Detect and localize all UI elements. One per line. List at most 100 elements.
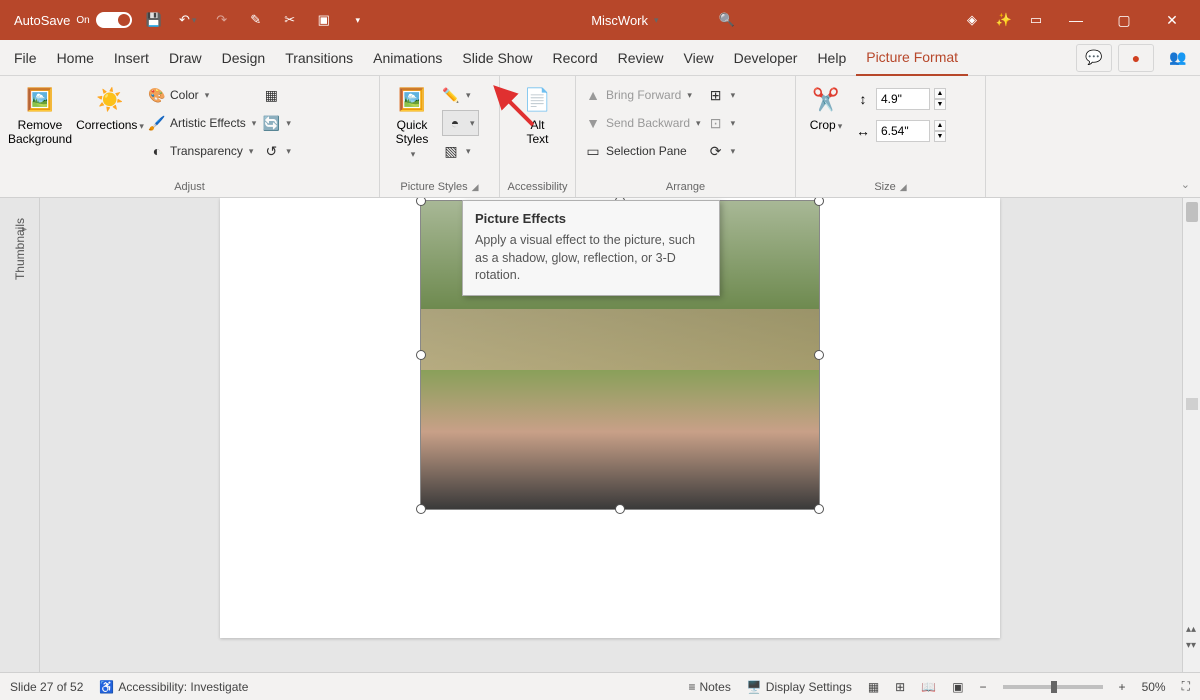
- size-launcher[interactable]: ◢: [900, 182, 907, 193]
- width-down[interactable]: ▼: [934, 131, 946, 142]
- remove-background-button[interactable]: 🖼️ Remove Background: [8, 80, 72, 147]
- selection-pane-button[interactable]: ▭Selection Pane: [584, 138, 701, 164]
- tab-design[interactable]: Design: [212, 40, 276, 76]
- color-button[interactable]: 🎨Color▾: [148, 82, 256, 108]
- zoom-level[interactable]: 50%: [1142, 680, 1166, 694]
- next-slide-icon[interactable]: ▾▾: [1184, 640, 1198, 654]
- reset-picture-button[interactable]: ↺▾: [262, 138, 291, 164]
- notes-button[interactable]: ≡Notes: [688, 680, 730, 694]
- qat-tool1-icon[interactable]: ✎: [244, 8, 268, 32]
- autosave-toggle[interactable]: AutoSave On: [14, 12, 132, 28]
- tab-draw[interactable]: Draw: [159, 40, 212, 76]
- picture-layout-button[interactable]: ▧▾: [442, 138, 479, 164]
- maximize-button[interactable]: ▢: [1104, 0, 1144, 40]
- tab-insert[interactable]: Insert: [104, 40, 159, 76]
- collapse-ribbon-icon[interactable]: ⌄: [1181, 178, 1190, 191]
- resize-handle-e[interactable]: [814, 350, 824, 360]
- tab-animations[interactable]: Animations: [363, 40, 452, 76]
- tab-file[interactable]: File: [4, 40, 47, 76]
- redo-icon[interactable]: ↷: [210, 8, 234, 32]
- corrections-button[interactable]: ☀️ Corrections▾: [78, 80, 142, 132]
- compress-button[interactable]: ▦: [262, 82, 291, 108]
- resize-handle-nw[interactable]: [416, 198, 426, 206]
- thumbnails-panel[interactable]: ▸ Thumbnails: [0, 198, 40, 672]
- width-input[interactable]: [876, 120, 930, 142]
- tooltip-title: Picture Effects: [475, 211, 707, 226]
- diamond-icon[interactable]: ◈: [960, 8, 984, 32]
- crop-button[interactable]: ✂️ Crop▾: [804, 80, 848, 132]
- tab-developer[interactable]: Developer: [724, 40, 808, 76]
- display-settings-button[interactable]: 🖥️Display Settings: [747, 680, 852, 694]
- zoom-knob[interactable]: [1051, 681, 1057, 693]
- notes-icon: ≡: [688, 680, 695, 694]
- reading-view-button[interactable]: 📖: [921, 680, 936, 694]
- group-size-label: Size: [874, 181, 895, 193]
- alt-text-button[interactable]: 📄 Alt Text: [508, 80, 567, 147]
- height-spinner[interactable]: ↕ ▲▼: [854, 88, 946, 110]
- height-input[interactable]: [876, 88, 930, 110]
- zoom-slider[interactable]: [1003, 685, 1103, 689]
- group-picture-styles-label: Picture Styles: [400, 181, 467, 193]
- sorter-view-button[interactable]: ⊞: [895, 680, 905, 694]
- document-title[interactable]: MiscWork▾: [591, 13, 658, 28]
- slideshow-view-button[interactable]: ▣: [952, 680, 963, 694]
- window-mode-icon[interactable]: ▭: [1024, 8, 1048, 32]
- bring-forward-button[interactable]: ▲Bring Forward▾: [584, 82, 701, 108]
- height-up[interactable]: ▲: [934, 88, 946, 99]
- tab-help[interactable]: Help: [807, 40, 856, 76]
- picture-border-button[interactable]: ✏️▾: [442, 82, 479, 108]
- search-icon[interactable]: 🔍: [719, 12, 739, 28]
- share-button[interactable]: 👥: [1160, 44, 1196, 72]
- minimize-button[interactable]: —: [1056, 0, 1096, 40]
- tab-transitions[interactable]: Transitions: [275, 40, 363, 76]
- zoom-in-button[interactable]: +: [1119, 680, 1126, 694]
- resize-handle-sw[interactable]: [416, 504, 426, 514]
- resize-handle-s[interactable]: [615, 504, 625, 514]
- comments-button[interactable]: 💬: [1076, 44, 1112, 72]
- vertical-scrollbar[interactable]: ▴▴ ▾▾: [1182, 198, 1200, 672]
- align-button[interactable]: ⊞▾: [707, 82, 736, 108]
- tab-view[interactable]: View: [674, 40, 724, 76]
- scrollbar-thumb[interactable]: [1186, 202, 1198, 222]
- qat-overflow-icon[interactable]: ▾: [346, 8, 370, 32]
- prev-slide-icon[interactable]: ▴▴: [1184, 624, 1198, 638]
- slide-canvas[interactable]: Picture Effects Apply a visual effect to…: [40, 198, 1200, 672]
- magic-icon[interactable]: ✨: [992, 8, 1016, 32]
- bring-forward-icon: ▲: [584, 86, 602, 104]
- present-icon[interactable]: ▣: [312, 8, 336, 32]
- slide-counter[interactable]: Slide 27 of 52: [10, 680, 83, 694]
- tab-review[interactable]: Review: [608, 40, 674, 76]
- close-button[interactable]: ✕: [1152, 0, 1192, 40]
- group-adjust-label: Adjust: [174, 181, 205, 193]
- resize-handle-ne[interactable]: [814, 198, 824, 206]
- transparency-button[interactable]: ◐Transparency▾: [148, 138, 256, 164]
- send-backward-button[interactable]: ▼Send Backward▾: [584, 110, 701, 136]
- tab-picture-format[interactable]: Picture Format: [856, 40, 968, 76]
- group-accessibility-label: Accessibility: [508, 181, 568, 193]
- resize-handle-w[interactable]: [416, 350, 426, 360]
- resize-handle-se[interactable]: [814, 504, 824, 514]
- status-bar: Slide 27 of 52 ♿ Accessibility: Investig…: [0, 672, 1200, 700]
- record-button[interactable]: ●: [1118, 44, 1154, 72]
- accessibility-status[interactable]: ♿ Accessibility: Investigate: [99, 680, 248, 694]
- picture-styles-launcher[interactable]: ◢: [472, 182, 479, 193]
- qat-tool2-icon[interactable]: ✂: [278, 8, 302, 32]
- tab-slide-show[interactable]: Slide Show: [452, 40, 542, 76]
- rotate-button[interactable]: ⟳▾: [707, 138, 736, 164]
- change-picture-button[interactable]: 🔄▾: [262, 110, 291, 136]
- tab-home[interactable]: Home: [47, 40, 104, 76]
- fit-to-window-button[interactable]: ⛶: [1182, 679, 1190, 694]
- toggle-switch-icon[interactable]: [96, 12, 132, 28]
- quick-styles-button[interactable]: 🖼️ Quick Styles▾: [388, 80, 436, 160]
- artistic-effects-button[interactable]: 🖌️Artistic Effects▾: [148, 110, 256, 136]
- width-spinner[interactable]: ↔ ▲▼: [854, 120, 946, 142]
- tab-record[interactable]: Record: [542, 40, 607, 76]
- width-up[interactable]: ▲: [934, 120, 946, 131]
- picture-effects-button[interactable]: ◓▾: [442, 110, 479, 136]
- group-button[interactable]: ⊡▾: [707, 110, 736, 136]
- undo-icon[interactable]: ↶▾: [176, 8, 200, 32]
- save-icon[interactable]: 💾: [142, 8, 166, 32]
- normal-view-button[interactable]: ▦: [868, 680, 879, 694]
- height-down[interactable]: ▼: [934, 99, 946, 110]
- zoom-out-button[interactable]: −: [980, 680, 987, 694]
